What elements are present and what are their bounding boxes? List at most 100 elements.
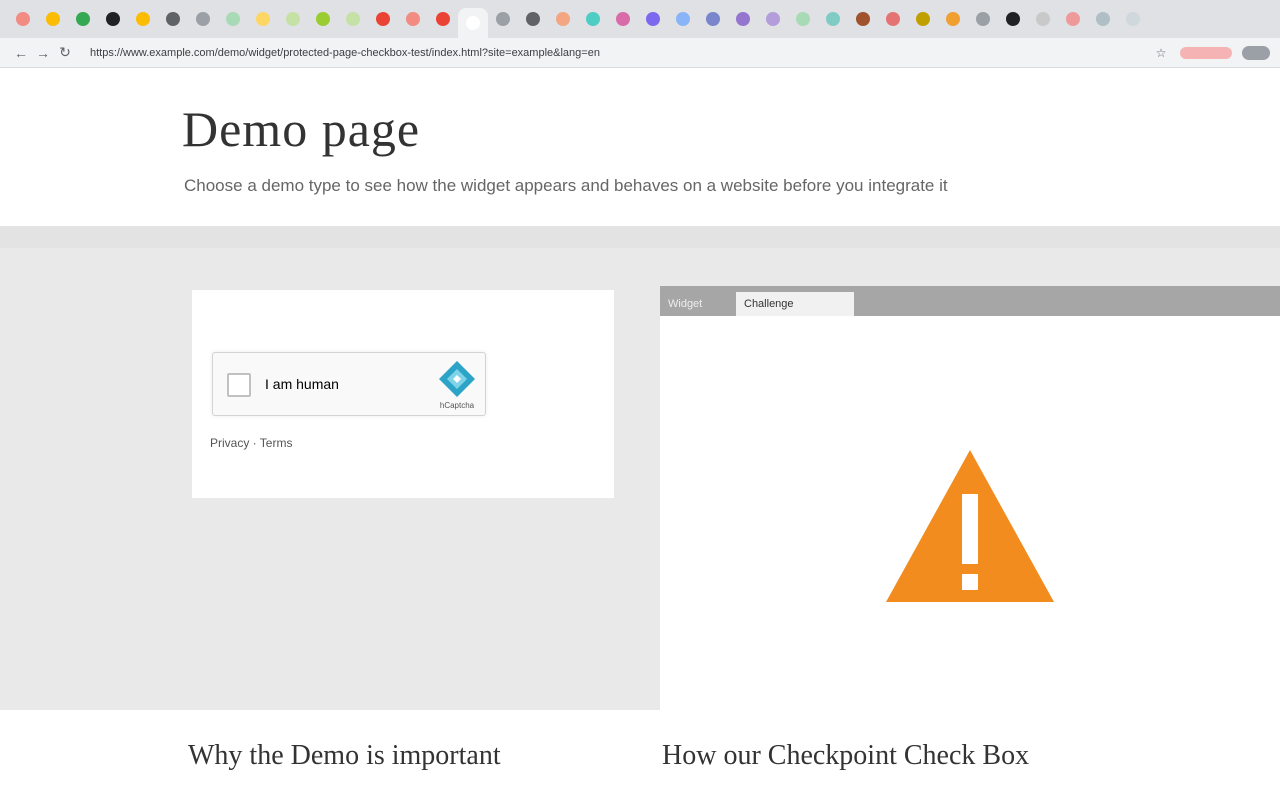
browser-tab-strip [0,0,1280,38]
tab-favicon-icon [436,12,450,26]
tab-favicon-icon [466,16,480,30]
tab-favicon-icon [676,12,690,26]
tab-favicon-icon [646,12,660,26]
tab-widget[interactable]: Widget [660,292,736,316]
browser-tab[interactable] [398,5,428,33]
tab-favicon-icon [886,12,900,26]
section-heading-left: Why the Demo is important [188,740,501,771]
browser-tab[interactable] [938,5,968,33]
tab-favicon-icon [316,12,330,26]
browser-tab[interactable] [788,5,818,33]
tab-favicon-icon [136,12,150,26]
demo-area-top-strip [0,226,1280,248]
browser-tab[interactable] [1058,5,1088,33]
tab-challenge[interactable]: Challenge [736,292,854,316]
warning-triangle-icon [886,450,1054,602]
tab-favicon-icon [406,12,420,26]
tab-favicon-icon [286,12,300,26]
reload-icon[interactable]: ↻ [54,42,76,64]
tab-favicon-icon [76,12,90,26]
browser-tab[interactable] [8,5,38,33]
browser-tab[interactable] [1088,5,1118,33]
tab-favicon-icon [1036,12,1050,26]
captcha-logo: hCaptcha [435,359,479,411]
tab-favicon-icon [346,12,360,26]
browser-tab[interactable] [668,5,698,33]
browser-tab[interactable] [368,5,398,33]
browser-tab[interactable] [98,5,128,33]
tab-favicon-icon [16,12,30,26]
captcha-logo-icon [439,361,475,397]
browser-tab[interactable] [638,5,668,33]
browser-tab[interactable] [968,5,998,33]
captcha-checkbox[interactable] [227,373,251,397]
browser-tab[interactable] [458,8,488,38]
tab-favicon-icon [1066,12,1080,26]
preview-panel: Widget Challenge [660,286,1280,710]
tab-favicon-icon [46,12,60,26]
browser-tab[interactable] [698,5,728,33]
extension-icon[interactable] [1180,46,1232,59]
browser-tab[interactable] [428,5,458,33]
browser-tab[interactable] [758,5,788,33]
tab-favicon-icon [826,12,840,26]
browser-toolbar: ← → ↻ https://www.example.com/demo/widge… [0,38,1280,68]
tab-favicon-icon [736,12,750,26]
tab-favicon-icon [856,12,870,26]
tab-favicon-icon [196,12,210,26]
star-icon[interactable]: ☆ [1152,44,1170,62]
tab-favicon-icon [766,12,780,26]
tab-favicon-icon [106,12,120,26]
browser-tab[interactable] [278,5,308,33]
browser-tab[interactable] [38,5,68,33]
browser-tab[interactable] [878,5,908,33]
page-title: Demo page [182,101,421,157]
tab-favicon-icon [1126,12,1140,26]
captcha-checkbox-label: I am human [265,376,339,392]
browser-tab[interactable] [818,5,848,33]
tab-favicon-icon [976,12,990,26]
tab-favicon-icon [256,12,270,26]
browser-tab[interactable] [308,5,338,33]
back-arrow-icon[interactable]: ← [10,42,32,64]
forward-arrow-icon[interactable]: → [32,42,54,64]
tab-favicon-icon [916,12,930,26]
address-bar[interactable]: https://www.example.com/demo/widget/prot… [84,41,1004,64]
tab-favicon-icon [556,12,570,26]
widget-card: I am human hCaptcha Privacy · Terms [192,290,614,498]
browser-tab[interactable] [128,5,158,33]
browser-tab[interactable] [68,5,98,33]
profile-avatar[interactable] [1242,45,1270,60]
tab-favicon-icon [1096,12,1110,26]
browser-tab[interactable] [1028,5,1058,33]
tab-favicon-icon [706,12,720,26]
browser-tab[interactable] [908,5,938,33]
tab-favicon-icon [796,12,810,26]
browser-tab[interactable] [998,5,1028,33]
browser-tab[interactable] [338,5,368,33]
section-heading-right: How our Checkpoint Check Box [662,740,1030,771]
browser-tab[interactable] [188,5,218,33]
preview-tab-bar: Widget Challenge [660,286,1280,316]
browser-tab[interactable] [848,5,878,33]
tab-favicon-icon [496,12,510,26]
browser-tab[interactable] [1118,5,1148,33]
browser-tab[interactable] [518,5,548,33]
widget-note[interactable]: Privacy · Terms [210,436,292,450]
tab-favicon-icon [376,12,390,26]
tab-favicon-icon [946,12,960,26]
browser-tab[interactable] [608,5,638,33]
browser-tab[interactable] [488,5,518,33]
browser-tab[interactable] [158,5,188,33]
browser-tab[interactable] [728,5,758,33]
tab-favicon-icon [226,12,240,26]
captcha-brand-text: hCaptcha [439,401,475,410]
captcha-widget: I am human hCaptcha [212,352,486,416]
browser-tab[interactable] [548,5,578,33]
page-subtitle: Choose a demo type to see how the widget… [184,176,948,195]
tab-favicon-icon [1006,12,1020,26]
tab-favicon-icon [166,12,180,26]
browser-tab[interactable] [218,5,248,33]
browser-tab[interactable] [578,5,608,33]
browser-tab[interactable] [248,5,278,33]
